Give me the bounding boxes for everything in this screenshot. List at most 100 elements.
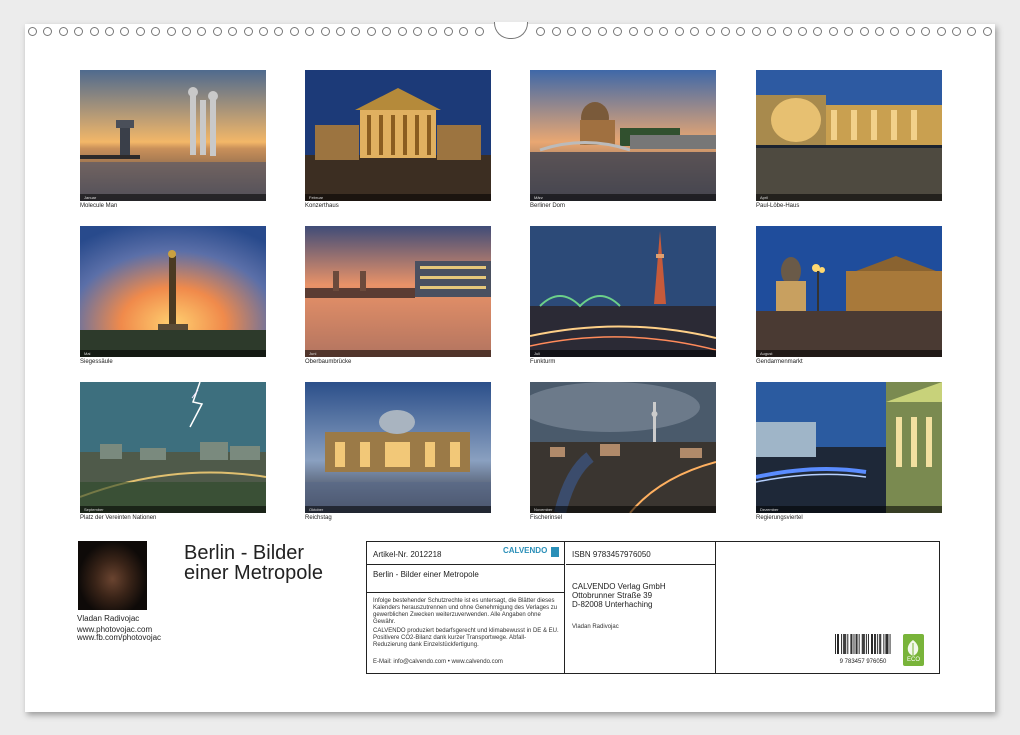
barcode-bar [890, 634, 891, 654]
binding-ring [783, 27, 792, 36]
barcode-bar [872, 634, 873, 654]
binding-ring [321, 27, 330, 36]
binding-ring [197, 27, 206, 36]
binding-ring [613, 27, 622, 36]
binding-ring [721, 27, 730, 36]
month-label: Mai [84, 351, 90, 356]
calendar-photo: August [756, 226, 942, 357]
calendar-photo: September [80, 382, 266, 513]
binding-ring [182, 27, 191, 36]
photo-caption: Regierungsviertel [756, 515, 803, 521]
product-info-left: Artikel-Nr. 2012218 CALVENDO Berlin - Bi… [367, 542, 565, 673]
author-credit: Vladan Radivojac [572, 624, 619, 631]
photo-caption: Molecule Man [80, 203, 117, 209]
binding-ring [90, 27, 99, 36]
leaf-icon [903, 637, 924, 659]
month-label: März [534, 195, 543, 200]
isbn: ISBN 9783457976050 [572, 550, 651, 559]
photo-caption: Paul-Löbe-Haus [756, 203, 799, 209]
binding-ring [937, 27, 946, 36]
month-strip: April [756, 194, 942, 201]
photo-caption: Reichstag [305, 515, 332, 521]
photo-caption: Siegessäule [80, 359, 113, 365]
barcode: 9 783457 976050 [835, 634, 891, 660]
barcode-bar [854, 634, 855, 654]
photo-caption: Funkturm [530, 359, 555, 365]
author-portrait [78, 541, 147, 610]
article-number: Artikel-Nr. 2012218 [373, 550, 441, 559]
barcode-bars [835, 634, 891, 654]
calendar-photo: Oktober [305, 382, 491, 513]
binding-ring [444, 27, 453, 36]
binding-ring [120, 27, 129, 36]
binding-ring [598, 27, 607, 36]
month-strip: Oktober [305, 506, 491, 513]
barcode-bar [857, 634, 858, 654]
binding-ring [675, 27, 684, 36]
month-strip: Juli [530, 350, 716, 357]
binding-ring [582, 27, 591, 36]
barcode-bar [863, 634, 864, 654]
calendar-photo: November [530, 382, 716, 513]
author-facebook: www.fb.com/photovojac [77, 633, 161, 642]
binding-ring [798, 27, 807, 36]
binding-ring [59, 27, 68, 36]
binding-ring [690, 27, 699, 36]
calendar-title-line1: Berlin - Bilder [184, 543, 323, 563]
binding-ring [752, 27, 761, 36]
barcode-bar [837, 634, 838, 654]
binding-ring [213, 27, 222, 36]
eco-badge: ECO [903, 634, 924, 666]
barcode-bar [883, 634, 884, 654]
binding-ring [305, 27, 314, 36]
binding-ring [259, 27, 268, 36]
calvendo-logo-text: CALVENDO [503, 546, 547, 555]
barcode-bar [862, 634, 863, 654]
barcode-bar [850, 634, 851, 654]
binding-ring [367, 27, 376, 36]
month-label: Juni [309, 351, 316, 356]
month-strip: Juni [305, 350, 491, 357]
product-info-box: Artikel-Nr. 2012218 CALVENDO Berlin - Bi… [366, 541, 940, 674]
barcode-bar [847, 634, 848, 654]
month-label: Februar [309, 195, 323, 200]
barcode-bar [838, 634, 839, 654]
binding-ring [382, 27, 391, 36]
binding-ring [659, 27, 668, 36]
calendar-photo: Juli [530, 226, 716, 357]
calendar-title: Berlin - Bilder einer Metropole [184, 543, 323, 583]
calvendo-logo-icon [551, 547, 559, 557]
month-strip: Mai [80, 350, 266, 357]
divider [566, 564, 715, 565]
binding-ring [813, 27, 822, 36]
calendar-photo: März [530, 70, 716, 201]
month-strip: Februar [305, 194, 491, 201]
binding-ring [151, 27, 160, 36]
barcode-number: 9 783457 976050 [835, 659, 891, 665]
binding-ring [860, 27, 869, 36]
month-strip: März [530, 194, 716, 201]
binding-ring [767, 27, 776, 36]
binding-ring [890, 27, 899, 36]
publisher-name: CALVENDO Verlag GmbH [572, 582, 666, 591]
month-label: Juli [534, 351, 540, 356]
binding-ring [459, 27, 468, 36]
binding-ring [136, 27, 145, 36]
photo-caption: Gendarmenmarkt [756, 359, 803, 365]
barcode-bar [868, 634, 869, 654]
publisher-info: ISBN 9783457976050 CALVENDO Verlag GmbH … [566, 542, 716, 673]
contact-line: E-Mail: info@calvendo.com • www.calvendo… [373, 659, 559, 666]
binding-ring [552, 27, 561, 36]
binding-ring [28, 27, 37, 36]
barcode-bar [859, 634, 860, 654]
calvendo-logo: CALVENDO [503, 546, 559, 560]
month-label: Dezember [760, 507, 778, 512]
climate-notice: CALVENDO produziert bedarfsgerecht und k… [373, 628, 559, 649]
barcode-bar [843, 634, 844, 654]
barcode-bar [885, 634, 886, 654]
binding-ring [228, 27, 237, 36]
barcode-bar [864, 634, 865, 654]
barcode-bar [871, 634, 872, 654]
binding-ring [351, 27, 360, 36]
month-strip: September [80, 506, 266, 513]
